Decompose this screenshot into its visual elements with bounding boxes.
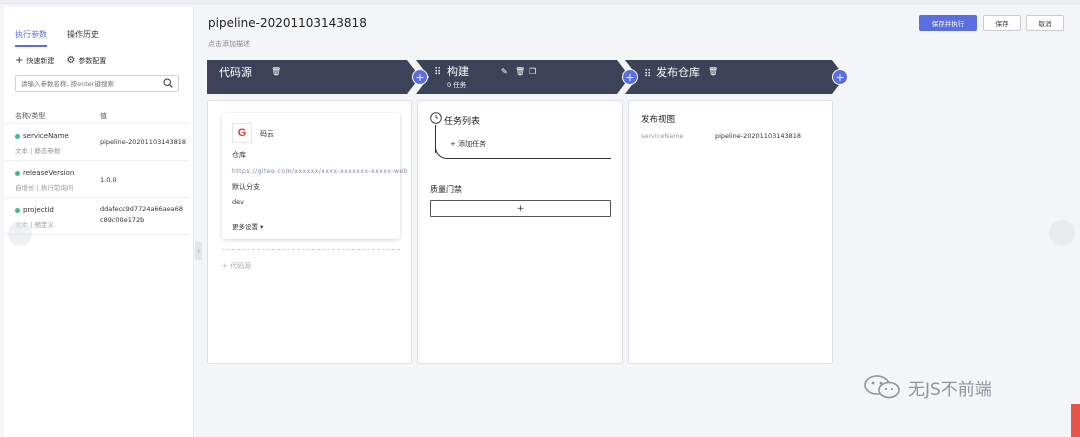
source-name: 码云 (260, 130, 274, 138)
add-task-label: 添加任务 (458, 140, 487, 148)
save-run-button[interactable]: 保存并执行 (919, 15, 977, 31)
drag-handle-icon[interactable]: ⠿ (644, 69, 651, 80)
param-value: ddafecc9d7724a66aea68 c89c00e172b (100, 204, 183, 226)
gitee-logo-icon: G (232, 123, 252, 143)
param-config-label: 参数配置 (78, 57, 107, 65)
clock-icon (430, 112, 442, 124)
source-stage-column: G 码云 仓库 https://gitee.com/xxxxxx/xxxx-xx… (207, 100, 412, 364)
stage-build-task-count: 0 任务 (447, 81, 467, 89)
add-stage-button[interactable]: + (622, 69, 638, 85)
publish-value: pipeline-20201103143818 (715, 132, 802, 140)
divider (222, 249, 400, 250)
plus-icon: + (625, 70, 635, 84)
table-row[interactable]: serviceName 文本 | 静态参数 pipeline-202011031… (4, 123, 190, 160)
param-value-line: c89c00e172b (100, 216, 145, 224)
page-title: pipeline-20201103143818 (208, 16, 367, 30)
params-table-header: 名称/类型 值 (15, 111, 190, 121)
connector-line (449, 158, 611, 159)
plus-icon: + (15, 55, 24, 66)
edit-icon[interactable]: ✎ (501, 67, 508, 76)
table-row[interactable]: releaseVersion 自增长 | 执行前询问 1.0.0 (4, 160, 190, 197)
drag-handle-icon[interactable]: ⠿ (434, 67, 441, 78)
branch-value: dev (232, 198, 244, 206)
stage-publish-title: 发布仓库 (656, 66, 700, 79)
params-actions: + 快速新建 ⚙ 参数配置 (15, 56, 106, 66)
quick-new-button[interactable]: + 快速新建 (15, 56, 54, 66)
plus-icon: + (835, 70, 845, 84)
source-card[interactable]: G 码云 仓库 https://gitee.com/xxxxxx/xxxx-xx… (222, 113, 408, 239)
table-row[interactable]: projectId 文本 | 预定义 ddafecc9d7724a66aea68… (4, 197, 190, 235)
collapse-panel-handle[interactable]: ‹ (195, 242, 202, 260)
chevron-left-icon: ‹ (197, 247, 200, 255)
copy-icon[interactable]: ❐ (529, 67, 536, 76)
plus-icon: + (415, 70, 425, 84)
stage-banner (207, 60, 845, 94)
add-stage-button[interactable]: + (412, 69, 428, 85)
publish-stage-column: 发布视图 serviceName pipeline-20201103143818 (628, 100, 833, 364)
search-icon[interactable] (163, 78, 173, 88)
param-name-text: projectId (23, 206, 54, 214)
add-source-button[interactable]: + 代码源 (222, 261, 251, 271)
caret-down-icon: ▾ (260, 223, 264, 231)
param-value-line: ddafecc9d7724a66aea68 (100, 205, 183, 213)
connector-line (435, 145, 449, 159)
param-value: pipeline-20201103143818 (100, 138, 187, 146)
quick-new-label: 快速新建 (26, 57, 55, 65)
cancel-button[interactable]: 取消 (1026, 15, 1064, 31)
branch-label: 默认分支 (232, 183, 260, 191)
col-value: 值 (100, 112, 107, 120)
tab-operation-history[interactable]: 操作历史 (67, 29, 99, 47)
status-dot (15, 207, 20, 213)
wechat-icon (864, 375, 900, 399)
add-quality-gate-button[interactable]: + (430, 200, 611, 217)
params-panel: 执行参数 操作历史 + 快速新建 ⚙ 参数配置 名称/类型 值 serviceN… (4, 7, 194, 437)
param-config-button[interactable]: ⚙ 参数配置 (66, 56, 106, 66)
build-stage-column: 任务列表 + 添加任务 质量门禁 + (417, 100, 623, 364)
param-name-text: serviceName (23, 132, 69, 140)
plus-icon: + (450, 140, 459, 148)
quality-gate-title: 质量门禁 (430, 185, 462, 194)
param-name: projectId (15, 206, 54, 214)
add-description-link[interactable]: 点击添加描述 (208, 39, 250, 49)
watermark: 无JS不前端 (862, 374, 992, 400)
param-name: serviceName (15, 132, 69, 140)
repo-url: https://gitee.com/xxxxxx/xxxx-xxxxxxx-xx… (232, 168, 409, 175)
param-value: 1.0.0 (100, 176, 117, 184)
trash-icon[interactable]: 🗑 (708, 67, 718, 76)
more-settings-toggle[interactable]: 更多设置 ▾ (232, 221, 263, 231)
watermark-text: 无JS不前端 (908, 379, 992, 400)
tab-exec-params[interactable]: 执行参数 (15, 29, 47, 47)
task-list-title: 任务列表 (444, 117, 481, 127)
top-strip (0, 0, 1080, 4)
status-dot (15, 170, 20, 176)
scroll-right-ghost (1049, 220, 1075, 246)
col-name-type: 名称/类型 (15, 112, 46, 120)
connector-line (435, 125, 436, 153)
scroll-left-ghost (8, 222, 32, 246)
param-name-text: releaseVersion (23, 169, 75, 177)
repo-label: 仓库 (232, 151, 246, 159)
gear-icon: ⚙ (66, 55, 76, 66)
stage-source-title: 代码源 (219, 66, 252, 79)
trash-icon[interactable]: 🗑 (515, 67, 525, 76)
trash-icon[interactable]: 🗑 (271, 67, 281, 76)
param-type: 文本 | 静态参数 (15, 147, 61, 155)
publish-key: serviceName (641, 132, 684, 140)
stage-build-title: 构建 (447, 65, 469, 78)
add-stage-button[interactable]: + (832, 69, 848, 85)
param-search (15, 75, 179, 92)
more-settings-label: 更多设置 (232, 223, 258, 231)
param-name: releaseVersion (15, 169, 74, 177)
side-float-tab[interactable] (1071, 404, 1080, 437)
param-type: 自增长 | 执行前询问 (15, 184, 74, 192)
add-task-button[interactable]: + 添加任务 (450, 139, 486, 149)
param-search-input[interactable] (21, 79, 161, 88)
save-button[interactable]: 保存 (983, 15, 1021, 31)
publish-view-title: 发布视图 (641, 115, 676, 125)
status-dot (15, 133, 20, 139)
params-tabs: 执行参数 操作历史 (15, 29, 99, 47)
